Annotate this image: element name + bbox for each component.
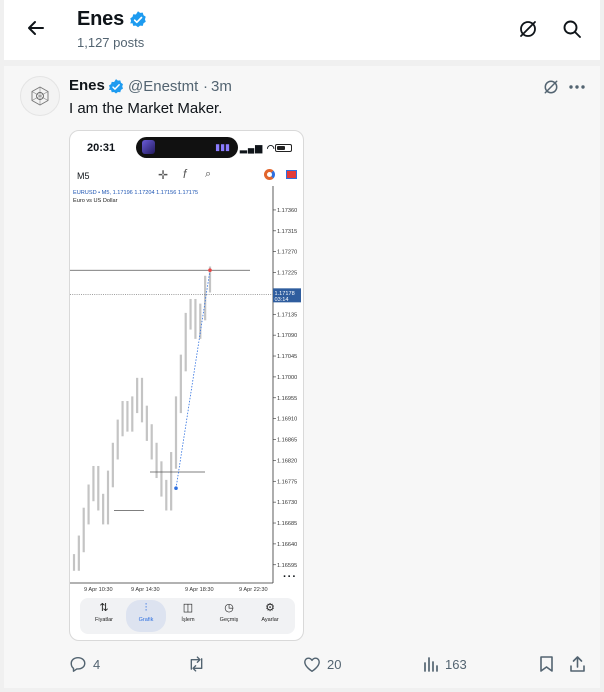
ellipsis-icon [569, 85, 585, 89]
price-tick-label: 1.16640 [277, 542, 297, 548]
dynamic-island: ▮▮▮ [136, 137, 238, 158]
post-image[interactable]: 20:31 ▮▮▮ ▂▄▆ ◠ M5 ✛ f ⌕ EURUSD • M5, 1.… [69, 130, 304, 641]
layout-icon [286, 170, 297, 179]
nav-item-chart: ⫶ Grafik [126, 600, 166, 632]
price-tick-label: 1.16595 [277, 563, 297, 569]
phone-status-time: 20:31 [87, 142, 116, 154]
price-chart: EURUSD • M5, 1.17196 1.17204 1.17156 1.1… [70, 186, 301, 593]
arrow-left-icon [28, 21, 44, 35]
analytics-icon [424, 657, 438, 672]
price-tick-label: 1.16730 [277, 500, 297, 506]
price-tick-label: 1.16910 [277, 417, 297, 423]
time-label: 9 Apr 10:30 [84, 587, 113, 593]
objects-icon: ⌕ [205, 168, 212, 180]
post-timestamp[interactable]: 3m [211, 78, 232, 95]
nav-item-history: ◷ Geçmiş [209, 600, 249, 632]
bar-countdown-label: 03:14 [275, 297, 289, 303]
price-tick-label: 1.17090 [277, 333, 297, 339]
heart-icon [304, 656, 320, 672]
post-count: 1,127 posts [77, 35, 145, 50]
app-bottom-nav: ⇅ Fiyatlar ⫶ Grafik ◫ İşlem ◷ Geçmiş ⚙ A… [80, 598, 295, 634]
nav-label: Ayarlar [261, 617, 279, 623]
trend-start-marker [174, 486, 178, 491]
reply-count: 4 [93, 656, 101, 672]
search-icon [563, 20, 581, 38]
repost-icon [190, 656, 203, 672]
price-tick-label: 1.16865 [277, 438, 297, 444]
back-button[interactable] [18, 12, 54, 44]
grok-icon [544, 80, 558, 94]
crosshair-icon: ✛ [158, 168, 169, 182]
grok-icon [520, 21, 536, 37]
price-tick-label: 1.17270 [277, 250, 297, 256]
price-tick-label: 1.16820 [277, 458, 297, 464]
price-tick-label: 1.17225 [277, 271, 297, 277]
search-button[interactable] [556, 14, 588, 44]
bookmark-button[interactable] [539, 654, 554, 674]
like-button[interactable]: 20 [303, 654, 341, 674]
nav-label: Grafik [138, 617, 154, 623]
audio-wave-icon: ▮▮▮ [215, 142, 230, 152]
reply-button[interactable]: 4 [69, 654, 100, 674]
author-name[interactable]: Enes [69, 77, 105, 94]
price-tick-label: 1.16685 [277, 521, 297, 527]
like-count: 20 [327, 656, 342, 672]
gear-icon: ⚙ [265, 602, 275, 614]
price-tick-label: 1.16775 [277, 479, 297, 485]
views-button[interactable]: 163 [423, 654, 467, 674]
price-tick-label: 1.17360 [277, 208, 297, 214]
verified-badge-icon [130, 11, 146, 28]
album-art-icon [142, 140, 155, 154]
post[interactable]: Enes @Enestmt · 3m I am the Market Maker… [4, 66, 600, 688]
nav-label: Geçmiş [219, 617, 239, 623]
clock-icon: ◷ [224, 602, 234, 614]
time-label: 9 Apr 18:30 [185, 587, 214, 593]
share-button[interactable] [569, 654, 586, 674]
trade-icon [264, 169, 275, 180]
grok-explain-button[interactable] [539, 76, 563, 98]
separator-dot: · [203, 78, 208, 95]
profile-name: Enes [77, 8, 125, 30]
chart-line-icon: ◫ [182, 602, 194, 614]
price-tick-label: 1.17135 [277, 312, 297, 318]
view-count: 163 [445, 656, 467, 672]
bookmark-icon [540, 656, 553, 672]
avatar[interactable] [20, 76, 60, 116]
price-tick-label: 1.17315 [277, 229, 297, 235]
nav-label: Fiyatlar [94, 617, 114, 623]
time-label: 9 Apr 14:30 [131, 587, 160, 593]
price-tick-label: 1.17045 [277, 354, 297, 360]
candles-icon: ⫶ [144, 602, 148, 614]
nav-item-settings: ⚙ Ayarlar [250, 600, 290, 632]
more-options-button[interactable] [565, 76, 589, 98]
chart-more-icon: ··· [283, 571, 297, 583]
reply-icon [70, 656, 86, 672]
verified-badge-icon [109, 79, 123, 94]
repost-button[interactable] [187, 654, 212, 674]
timeframe-label: M5 [77, 171, 90, 181]
author-handle[interactable]: @Enestmt [128, 78, 198, 95]
geometric-logo-icon [31, 86, 49, 106]
signal-wifi-icon: ▂▄▆ ◠ [240, 143, 276, 153]
nav-label: İşlem [181, 617, 195, 623]
nav-item-trade: ◫ İşlem [168, 600, 208, 632]
price-tick-label: 1.17000 [277, 375, 297, 381]
grok-button[interactable] [512, 14, 544, 44]
symbol-info: EURUSD • M5, 1.17196 1.17204 1.17156 1.1… [73, 190, 198, 196]
post-text: I am the Market Maker. [69, 100, 223, 117]
time-label: 9 Apr 22:30 [239, 587, 268, 593]
symbol-description: Euro vs US Dollar [73, 198, 118, 204]
trend-end-marker [208, 268, 212, 273]
price-tick-label: 1.16955 [277, 396, 297, 402]
nav-item-quotes: ⇅ Fiyatlar [84, 600, 124, 632]
share-icon [570, 656, 585, 672]
profile-header: Enes 1,127 posts [4, 0, 600, 60]
indicator-icon: f [183, 167, 187, 181]
battery-icon [275, 144, 292, 152]
arrows-icon: ⇅ [99, 602, 109, 614]
